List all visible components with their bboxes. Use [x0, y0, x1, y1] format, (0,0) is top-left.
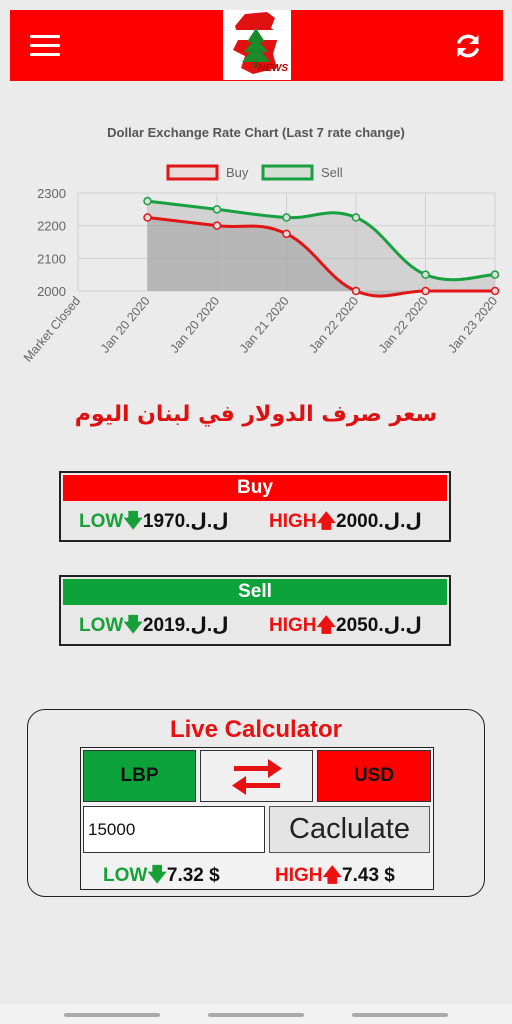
- sell-high-label: HIGH: [269, 615, 317, 636]
- result-high-label: HIGH: [275, 865, 323, 886]
- sell-card-title: Sell: [63, 579, 447, 605]
- arrow-up-icon: 🡅: [322, 865, 343, 886]
- legend-swatch-sell: [261, 164, 314, 181]
- buy-card-title: Buy: [63, 475, 447, 501]
- data-point-buy: [212, 221, 222, 230]
- data-point-buy: [421, 286, 430, 296]
- swap-currency-button[interactable]: [200, 750, 313, 802]
- x-tick-label: Jan 22 2020: [306, 294, 361, 356]
- buy-low-label: LOW: [79, 511, 124, 532]
- x-tick-label: Jan 20 2020: [167, 294, 222, 356]
- logo-news-text: NEWS: [258, 63, 288, 74]
- x-tick-label: Market Closed: [21, 294, 84, 365]
- nav-pill-home[interactable]: [208, 1013, 304, 1017]
- buy-rate-row: LOW🡇1970.ل.ل HIGH🡅2000.ل.ل: [61, 501, 449, 539]
- sell-rate-card: Sell LOW🡇2019.ل.ل HIGH🡅2050.ل.ل: [59, 575, 451, 646]
- live-calculator-panel: Live Calculator LBP USD Caclulate LOW🡇7.…: [27, 709, 485, 897]
- data-point-buy: [490, 286, 500, 296]
- result-high-value: 7.43 $: [342, 865, 395, 886]
- arrow-up-icon: 🡅: [316, 511, 337, 532]
- buy-rate-card: Buy LOW🡇1970.ل.ل HIGH🡅2000.ل.ل: [59, 471, 451, 542]
- nav-pill-back[interactable]: [64, 1013, 160, 1017]
- legend-label-sell: Sell: [321, 165, 343, 180]
- data-point-sell: [490, 270, 500, 279]
- exchange-rate-chart: Buy Sell 2300 2200 2100 2000Market Closed Jan…: [21, 164, 500, 365]
- data-point-buy: [351, 286, 361, 296]
- data-point-sell: [351, 213, 361, 222]
- app-logo: NEWS: [223, 10, 291, 80]
- result-high: HIGH🡅7.43 $: [275, 861, 395, 893]
- data-point-sell: [212, 205, 222, 214]
- arrow-down-icon: 🡇: [123, 615, 143, 636]
- buy-high-value: 2000.ل.ل: [336, 511, 422, 532]
- refresh-icon[interactable]: [454, 32, 482, 60]
- x-tick-label: Jan 22 2020: [376, 294, 431, 356]
- data-point-sell: [421, 270, 430, 279]
- result-low: LOW🡇7.32 $: [103, 861, 220, 893]
- arrow-up-icon: 🡅: [316, 615, 337, 636]
- buy-high-label: HIGH: [269, 511, 317, 532]
- x-tick-label: Jan 20 2020: [98, 294, 153, 356]
- legend-swatch-buy: [166, 164, 219, 181]
- sell-rate-row: LOW🡇2019.ل.ل HIGH🡅2050.ل.ل: [61, 605, 449, 643]
- y-tick-label: 2200: [37, 219, 66, 234]
- buy-high: HIGH🡅2000.ل.ل: [269, 507, 422, 539]
- calculate-button[interactable]: Caclulate: [269, 806, 430, 853]
- data-point-sell: [143, 196, 152, 206]
- arrow-down-icon: 🡇: [147, 865, 167, 886]
- sell-low-value: 2019.ل.ل: [142, 615, 229, 636]
- buy-low: LOW🡇1970.ل.ل: [79, 507, 229, 539]
- data-point-buy: [143, 213, 152, 222]
- buy-low-value: 1970.ل.ل: [142, 511, 229, 532]
- data-point-sell: [282, 213, 291, 222]
- amount-input[interactable]: [83, 806, 265, 853]
- sell-high-value: 2050.ل.ل: [336, 615, 422, 636]
- y-tick-label: 2300: [37, 186, 66, 201]
- from-currency-button[interactable]: LBP: [83, 750, 196, 802]
- sell-low-label: LOW: [79, 615, 124, 636]
- sell-low: LOW🡇2019.ل.ل: [79, 611, 229, 643]
- app-header: NEWS: [10, 10, 503, 81]
- swap-arrows-icon: [231, 759, 282, 795]
- legend-label-buy: Buy: [226, 165, 249, 180]
- calculator-grid: LBP USD Caclulate LOW🡇7.32 $ HIGH🡅7.43 $: [80, 747, 434, 890]
- result-low-label: LOW: [103, 865, 148, 886]
- arrow-down-icon: 🡇: [123, 511, 143, 532]
- arabic-page-heading: سعر صرف الدولار في لبنان اليوم: [74, 402, 438, 427]
- system-navigation-bar: [0, 1004, 512, 1024]
- chart-title: Dollar Exchange Rate Chart (Last 7 rate …: [107, 125, 405, 140]
- hamburger-menu-icon[interactable]: [30, 35, 60, 57]
- y-tick-label: 2000: [37, 284, 66, 299]
- x-tick-label: Jan 21 2020: [237, 294, 292, 356]
- result-low-value: 7.32 $: [166, 865, 220, 886]
- sell-high: HIGH🡅2050.ل.ل: [269, 611, 422, 643]
- calculator-title: Live Calculator: [169, 716, 343, 743]
- to-currency-button[interactable]: USD: [317, 750, 431, 802]
- data-point-buy: [282, 229, 291, 239]
- nav-pill-recents[interactable]: [352, 1013, 448, 1017]
- calculator-result-row: LOW🡇7.32 $ HIGH🡅7.43 $: [81, 857, 433, 887]
- y-tick-label: 2100: [37, 251, 66, 266]
- x-tick-label: Jan 23 2020: [445, 294, 500, 356]
